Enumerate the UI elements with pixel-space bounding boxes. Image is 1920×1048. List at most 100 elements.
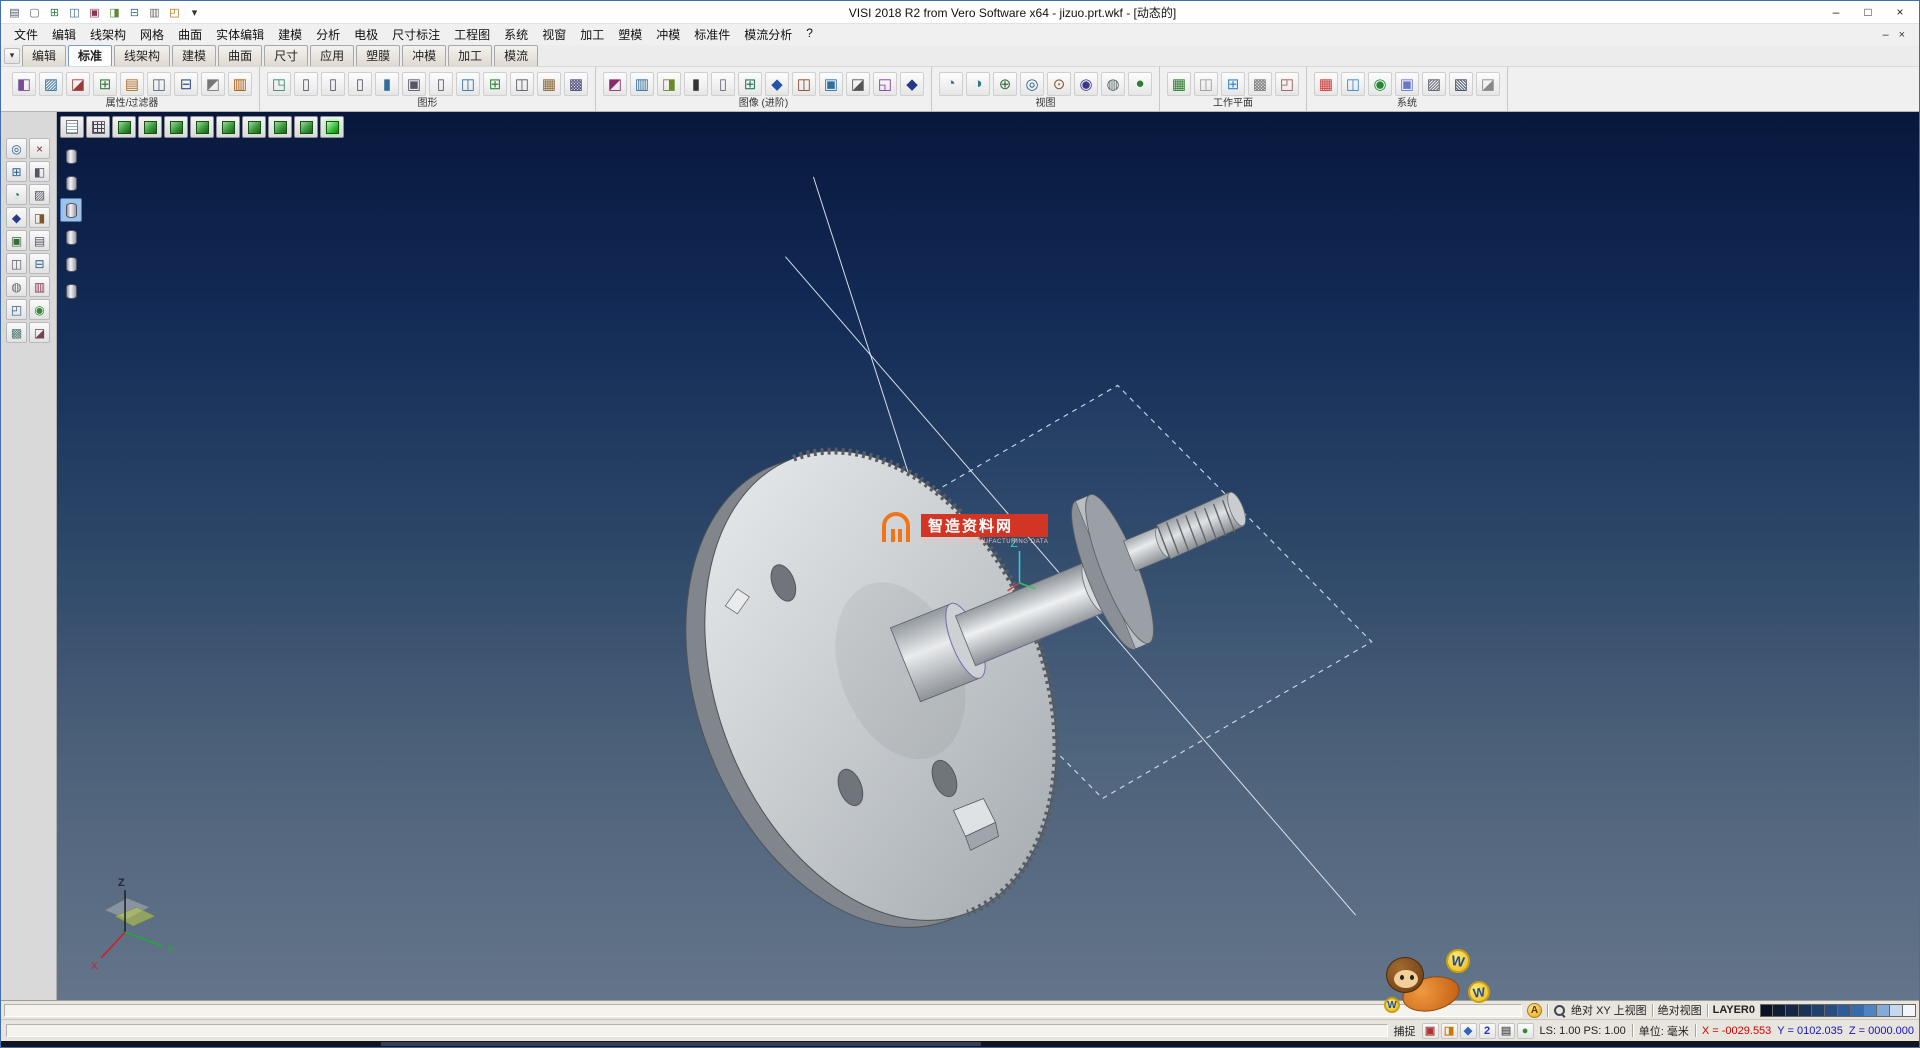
toolbar-icon[interactable]: ▥: [228, 72, 252, 96]
toolbar-icon[interactable]: ▨: [39, 72, 63, 96]
view-orientation-button[interactable]: [86, 116, 110, 138]
toolbar-icon[interactable]: ▩: [564, 72, 588, 96]
menu-item[interactable]: 文件: [7, 24, 45, 45]
toolbar-icon[interactable]: ⊞: [1221, 72, 1245, 96]
layer-button[interactable]: [60, 279, 82, 303]
toolbar-icon[interactable]: ⊞: [738, 72, 762, 96]
maximize-button[interactable]: □: [1853, 3, 1883, 22]
toolbar-icon[interactable]: ▣: [1395, 72, 1419, 96]
color-swatch[interactable]: [1838, 1004, 1851, 1017]
menu-item[interactable]: 模流分析: [737, 24, 799, 45]
left-toolbar-icon[interactable]: ◎: [6, 138, 27, 159]
menu-item[interactable]: 编辑: [45, 24, 83, 45]
toolbar-icon[interactable]: ◱: [873, 72, 897, 96]
toolbar-icon[interactable]: ▧: [1449, 72, 1473, 96]
minimize-button[interactable]: –: [1821, 3, 1851, 22]
toolbar-icon[interactable]: ▥: [630, 72, 654, 96]
toolbar-icon[interactable]: ▯: [348, 72, 372, 96]
toolbar-icon[interactable]: ◔: [939, 72, 963, 96]
menu-item[interactable]: 建模: [271, 24, 309, 45]
quick-access-icon[interactable]: ▥: [145, 4, 164, 21]
toolbar-icon[interactable]: ▯: [321, 72, 345, 96]
menu-item[interactable]: 实体编辑: [209, 24, 271, 45]
view-orientation-button[interactable]: [294, 116, 318, 138]
toolbar-icon[interactable]: ⊙: [1047, 72, 1071, 96]
menu-item[interactable]: 曲面: [171, 24, 209, 45]
toolbar-icon[interactable]: ⊟: [174, 72, 198, 96]
ribbon-tab[interactable]: 尺寸: [264, 45, 308, 67]
view-orientation-button[interactable]: [60, 116, 84, 138]
menu-item[interactable]: 尺寸标注: [385, 24, 447, 45]
toolbar-icon[interactable]: ▦: [1167, 72, 1191, 96]
toolbar-icon[interactable]: ●: [1128, 72, 1152, 96]
toolbar-icon[interactable]: ▮: [375, 72, 399, 96]
color-swatch[interactable]: [1851, 1004, 1864, 1017]
mdi-minimize-button[interactable]: –: [1882, 29, 1888, 41]
menu-item[interactable]: 电极: [347, 24, 385, 45]
left-toolbar-icon[interactable]: ⊞: [6, 161, 27, 182]
view-orientation-button[interactable]: [164, 116, 188, 138]
assistant-badge-icon[interactable]: A: [1527, 1003, 1542, 1018]
left-toolbar-icon[interactable]: ▨: [29, 184, 50, 205]
quick-access-icon[interactable]: ◰: [165, 4, 184, 21]
left-toolbar-icon[interactable]: ◔: [6, 184, 27, 205]
toolbar-icon[interactable]: ◫: [792, 72, 816, 96]
toolbar-icon[interactable]: ⊕: [993, 72, 1017, 96]
toolbar-icon[interactable]: ▯: [429, 72, 453, 96]
color-swatch[interactable]: [1825, 1004, 1838, 1017]
quick-access-icon[interactable]: ▣: [85, 4, 104, 21]
toolbar-icon[interactable]: ▯: [294, 72, 318, 96]
left-toolbar-icon[interactable]: ▩: [6, 322, 27, 343]
left-toolbar-icon[interactable]: ◫: [6, 253, 27, 274]
view-reference-label[interactable]: 绝对视图: [1658, 1002, 1702, 1018]
active-layer-label[interactable]: LAYER0: [1713, 1004, 1755, 1016]
toolbar-icon[interactable]: ◫: [147, 72, 171, 96]
status-icon[interactable]: ●: [1517, 1023, 1534, 1039]
ribbon-tab[interactable]: 标准: [68, 45, 112, 67]
left-toolbar-icon[interactable]: ◉: [29, 299, 50, 320]
mdi-close-button[interactable]: ×: [1899, 29, 1905, 41]
quick-access-icon[interactable]: ▢: [25, 4, 44, 21]
color-swatch[interactable]: [1877, 1004, 1890, 1017]
color-swatch[interactable]: [1903, 1004, 1916, 1017]
menu-item[interactable]: 工程图: [447, 24, 497, 45]
ribbon-tab[interactable]: 编辑: [22, 45, 66, 67]
toolbar-icon[interactable]: ▨: [1422, 72, 1446, 96]
quick-access-icon[interactable]: ▤: [5, 4, 24, 21]
color-swatch[interactable]: [1773, 1004, 1786, 1017]
menu-item[interactable]: ?: [799, 24, 820, 45]
layer-button[interactable]: [60, 144, 82, 168]
toolbar-icon[interactable]: ▣: [402, 72, 426, 96]
layer-button[interactable]: [60, 171, 82, 195]
layer-button[interactable]: [60, 225, 82, 249]
quick-access-icon[interactable]: ◨: [105, 4, 124, 21]
toolbar-icon[interactable]: ◳: [267, 72, 291, 96]
toolbar-icon[interactable]: ▮: [684, 72, 708, 96]
viewport-3d[interactable]: Z Z X Y: [57, 112, 1919, 1000]
toolbar-icon[interactable]: ◆: [900, 72, 924, 96]
status-icon[interactable]: ▤: [1498, 1023, 1515, 1039]
toolbar-icon[interactable]: ◆: [765, 72, 789, 96]
toolbar-icon[interactable]: ◧: [12, 72, 36, 96]
ribbon-tab[interactable]: 建模: [172, 45, 216, 67]
left-toolbar-icon[interactable]: ◧: [29, 161, 50, 182]
layer-button[interactable]: [60, 252, 82, 276]
left-toolbar-icon[interactable]: ◍: [6, 276, 27, 297]
ribbon-tab[interactable]: 线架构: [114, 45, 170, 67]
toolbar-icon[interactable]: ▦: [1314, 72, 1338, 96]
view-orientation-button[interactable]: [320, 116, 344, 138]
toolbar-icon[interactable]: ⊞: [483, 72, 507, 96]
left-toolbar-icon[interactable]: ⊟: [29, 253, 50, 274]
quick-access-icon[interactable]: ◫: [65, 4, 84, 21]
left-toolbar-icon[interactable]: ◆: [6, 207, 27, 228]
toolbar-icon[interactable]: ◉: [1074, 72, 1098, 96]
view-orientation-button[interactable]: [216, 116, 240, 138]
toolbar-icon[interactable]: ◫: [456, 72, 480, 96]
quick-access-icon[interactable]: ▾: [185, 4, 204, 21]
toolbar-icon[interactable]: ▦: [537, 72, 561, 96]
view-orientation-button[interactable]: [138, 116, 162, 138]
menu-item[interactable]: 网格: [133, 24, 171, 45]
menu-item[interactable]: 分析: [309, 24, 347, 45]
left-toolbar-icon[interactable]: ▤: [29, 230, 50, 251]
color-swatch[interactable]: [1799, 1004, 1812, 1017]
